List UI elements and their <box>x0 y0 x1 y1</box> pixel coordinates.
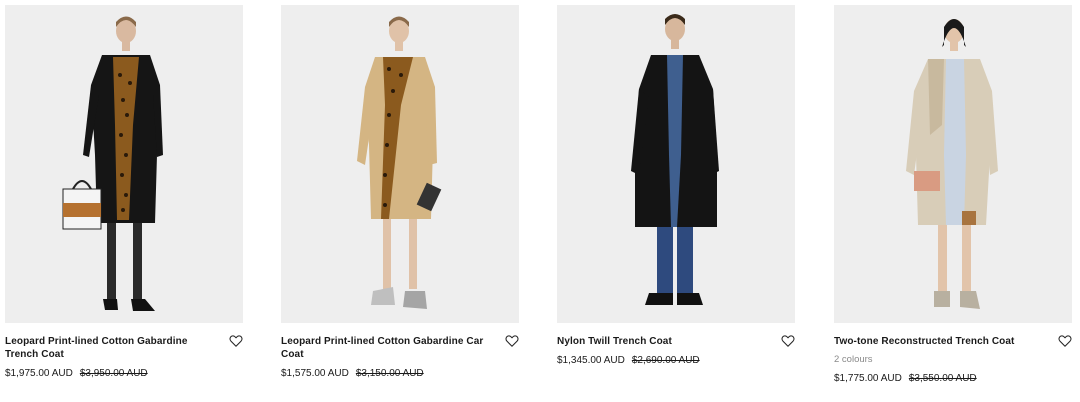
product-name[interactable]: Two-tone Reconstructed Trench Coat <box>834 335 1042 348</box>
product-link[interactable] <box>281 5 519 323</box>
product-price: $1,775.00 AUD <box>834 373 902 384</box>
product-price: $1,975.00 AUD <box>5 368 73 379</box>
wishlist-heart-icon[interactable] <box>781 334 795 348</box>
wishlist-heart-icon[interactable] <box>1058 334 1072 348</box>
product-image[interactable] <box>557 5 795 323</box>
product-info: Leopard Print-lined Cotton Gabardine Tre… <box>5 335 243 380</box>
product-image[interactable] <box>281 5 519 323</box>
colour-count[interactable]: 2 colours <box>834 354 1042 366</box>
product-card: Leopard Print-lined Cotton Gabardine Car… <box>281 5 519 380</box>
product-prices: $1,345.00 AUD $2,690.00 AUD <box>557 354 765 367</box>
original-price: $3,150.00 AUD <box>355 368 424 379</box>
product-info: Two-tone Reconstructed Trench Coat 2 col… <box>834 335 1072 385</box>
wishlist-heart-icon[interactable] <box>229 334 243 348</box>
product-image[interactable] <box>834 5 1072 323</box>
product-name[interactable]: Nylon Twill Trench Coat <box>557 335 765 348</box>
product-price: $1,345.00 AUD <box>557 355 625 366</box>
original-price: $3,550.00 AUD <box>908 373 977 384</box>
product-name[interactable]: Leopard Print-lined Cotton Gabardine Car… <box>281 335 489 361</box>
product-link[interactable] <box>5 5 243 323</box>
product-info: Leopard Print-lined Cotton Gabardine Car… <box>281 335 519 380</box>
product-link[interactable] <box>834 5 1072 323</box>
product-card: Nylon Twill Trench Coat $1,345.00 AUD $2,… <box>557 5 795 367</box>
product-info: Nylon Twill Trench Coat $1,345.00 AUD $2,… <box>557 335 795 367</box>
wishlist-heart-icon[interactable] <box>505 334 519 348</box>
product-grid: Leopard Print-lined Cotton Gabardine Tre… <box>0 0 1080 402</box>
product-link[interactable] <box>557 5 795 323</box>
original-price: $3,950.00 AUD <box>79 368 148 379</box>
product-image[interactable] <box>5 5 243 323</box>
original-price: $2,690.00 AUD <box>631 355 700 366</box>
product-price: $1,575.00 AUD <box>281 368 349 379</box>
product-card: Two-tone Reconstructed Trench Coat 2 col… <box>834 5 1072 385</box>
product-card: Leopard Print-lined Cotton Gabardine Tre… <box>5 5 243 380</box>
product-prices: $1,575.00 AUD $3,150.00 AUD <box>281 367 489 380</box>
product-prices: $1,775.00 AUD $3,550.00 AUD <box>834 372 1042 385</box>
product-name[interactable]: Leopard Print-lined Cotton Gabardine Tre… <box>5 335 213 361</box>
product-prices: $1,975.00 AUD $3,950.00 AUD <box>5 367 213 380</box>
